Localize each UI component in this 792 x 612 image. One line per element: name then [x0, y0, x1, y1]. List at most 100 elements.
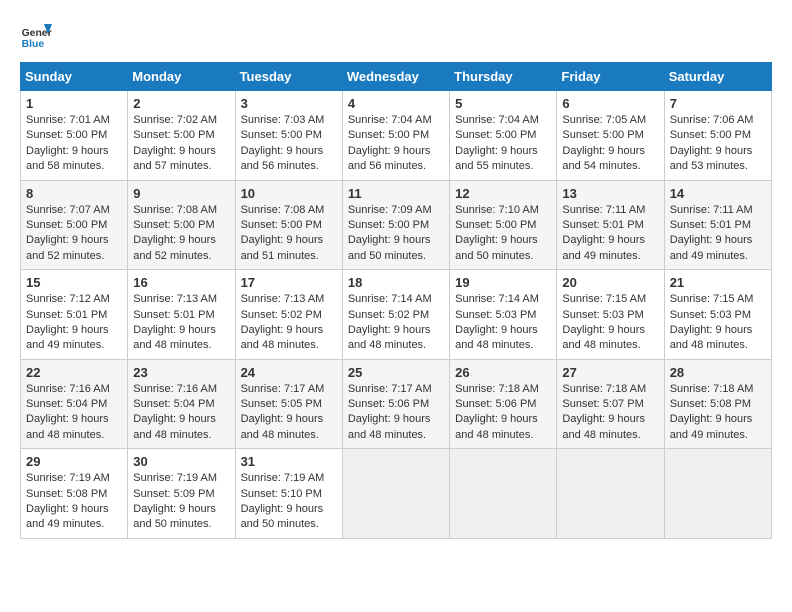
day-number: 11 [348, 186, 444, 201]
day-number: 31 [241, 454, 337, 469]
day-cell: 22 Sunrise: 7:16 AM Sunset: 5:04 PM Dayl… [21, 359, 128, 449]
day-number: 22 [26, 365, 122, 380]
week-row-2: 8 Sunrise: 7:07 AM Sunset: 5:00 PM Dayli… [21, 180, 772, 270]
day-info: Sunrise: 7:06 AM Sunset: 5:00 PM Dayligh… [670, 113, 766, 175]
day-number: 20 [562, 275, 658, 290]
day-info: Sunrise: 7:13 AM Sunset: 5:01 PM Dayligh… [133, 292, 229, 354]
day-cell: 30 Sunrise: 7:19 AM Sunset: 5:09 PM Dayl… [128, 449, 235, 539]
day-cell: 11 Sunrise: 7:09 AM Sunset: 5:00 PM Dayl… [342, 180, 449, 270]
day-info: Sunrise: 7:11 AM Sunset: 5:01 PM Dayligh… [562, 203, 658, 265]
day-info: Sunrise: 7:13 AM Sunset: 5:02 PM Dayligh… [241, 292, 337, 354]
day-cell: 15 Sunrise: 7:12 AM Sunset: 5:01 PM Dayl… [21, 270, 128, 360]
day-cell: 6 Sunrise: 7:05 AM Sunset: 5:00 PM Dayli… [557, 91, 664, 181]
day-cell: 8 Sunrise: 7:07 AM Sunset: 5:00 PM Dayli… [21, 180, 128, 270]
day-cell: 1 Sunrise: 7:01 AM Sunset: 5:00 PM Dayli… [21, 91, 128, 181]
day-info: Sunrise: 7:18 AM Sunset: 5:07 PM Dayligh… [562, 382, 658, 444]
header: General Blue [20, 20, 772, 52]
day-number: 4 [348, 96, 444, 111]
day-number: 7 [670, 96, 766, 111]
day-cell: 12 Sunrise: 7:10 AM Sunset: 5:00 PM Dayl… [450, 180, 557, 270]
day-cell: 31 Sunrise: 7:19 AM Sunset: 5:10 PM Dayl… [235, 449, 342, 539]
day-number: 3 [241, 96, 337, 111]
day-cell: 20 Sunrise: 7:15 AM Sunset: 5:03 PM Dayl… [557, 270, 664, 360]
week-row-5: 29 Sunrise: 7:19 AM Sunset: 5:08 PM Dayl… [21, 449, 772, 539]
col-header-thursday: Thursday [450, 63, 557, 91]
day-info: Sunrise: 7:02 AM Sunset: 5:00 PM Dayligh… [133, 113, 229, 175]
day-number: 13 [562, 186, 658, 201]
day-info: Sunrise: 7:18 AM Sunset: 5:08 PM Dayligh… [670, 382, 766, 444]
day-cell: 29 Sunrise: 7:19 AM Sunset: 5:08 PM Dayl… [21, 449, 128, 539]
day-number: 16 [133, 275, 229, 290]
day-number: 26 [455, 365, 551, 380]
week-row-1: 1 Sunrise: 7:01 AM Sunset: 5:00 PM Dayli… [21, 91, 772, 181]
day-number: 6 [562, 96, 658, 111]
col-header-saturday: Saturday [664, 63, 771, 91]
day-number: 8 [26, 186, 122, 201]
day-number: 15 [26, 275, 122, 290]
day-cell [664, 449, 771, 539]
day-info: Sunrise: 7:01 AM Sunset: 5:00 PM Dayligh… [26, 113, 122, 175]
day-number: 27 [562, 365, 658, 380]
day-number: 21 [670, 275, 766, 290]
day-cell: 28 Sunrise: 7:18 AM Sunset: 5:08 PM Dayl… [664, 359, 771, 449]
day-cell: 13 Sunrise: 7:11 AM Sunset: 5:01 PM Dayl… [557, 180, 664, 270]
day-info: Sunrise: 7:16 AM Sunset: 5:04 PM Dayligh… [133, 382, 229, 444]
day-cell: 9 Sunrise: 7:08 AM Sunset: 5:00 PM Dayli… [128, 180, 235, 270]
day-info: Sunrise: 7:16 AM Sunset: 5:04 PM Dayligh… [26, 382, 122, 444]
day-number: 5 [455, 96, 551, 111]
col-header-monday: Monday [128, 63, 235, 91]
day-number: 24 [241, 365, 337, 380]
day-number: 9 [133, 186, 229, 201]
day-cell: 27 Sunrise: 7:18 AM Sunset: 5:07 PM Dayl… [557, 359, 664, 449]
week-row-3: 15 Sunrise: 7:12 AM Sunset: 5:01 PM Dayl… [21, 270, 772, 360]
day-info: Sunrise: 7:19 AM Sunset: 5:08 PM Dayligh… [26, 471, 122, 533]
day-info: Sunrise: 7:17 AM Sunset: 5:06 PM Dayligh… [348, 382, 444, 444]
logo-icon: General Blue [20, 20, 52, 52]
day-cell [450, 449, 557, 539]
day-cell: 2 Sunrise: 7:02 AM Sunset: 5:00 PM Dayli… [128, 91, 235, 181]
day-number: 12 [455, 186, 551, 201]
day-info: Sunrise: 7:05 AM Sunset: 5:00 PM Dayligh… [562, 113, 658, 175]
day-info: Sunrise: 7:19 AM Sunset: 5:10 PM Dayligh… [241, 471, 337, 533]
day-number: 14 [670, 186, 766, 201]
day-cell: 25 Sunrise: 7:17 AM Sunset: 5:06 PM Dayl… [342, 359, 449, 449]
day-cell: 3 Sunrise: 7:03 AM Sunset: 5:00 PM Dayli… [235, 91, 342, 181]
day-info: Sunrise: 7:14 AM Sunset: 5:02 PM Dayligh… [348, 292, 444, 354]
col-header-wednesday: Wednesday [342, 63, 449, 91]
day-cell: 18 Sunrise: 7:14 AM Sunset: 5:02 PM Dayl… [342, 270, 449, 360]
day-info: Sunrise: 7:03 AM Sunset: 5:00 PM Dayligh… [241, 113, 337, 175]
day-number: 2 [133, 96, 229, 111]
day-cell: 10 Sunrise: 7:08 AM Sunset: 5:00 PM Dayl… [235, 180, 342, 270]
day-info: Sunrise: 7:19 AM Sunset: 5:09 PM Dayligh… [133, 471, 229, 533]
day-info: Sunrise: 7:08 AM Sunset: 5:00 PM Dayligh… [241, 203, 337, 265]
day-cell: 26 Sunrise: 7:18 AM Sunset: 5:06 PM Dayl… [450, 359, 557, 449]
day-number: 19 [455, 275, 551, 290]
day-number: 1 [26, 96, 122, 111]
day-cell: 4 Sunrise: 7:04 AM Sunset: 5:00 PM Dayli… [342, 91, 449, 181]
day-cell: 7 Sunrise: 7:06 AM Sunset: 5:00 PM Dayli… [664, 91, 771, 181]
day-number: 17 [241, 275, 337, 290]
day-number: 18 [348, 275, 444, 290]
day-info: Sunrise: 7:04 AM Sunset: 5:00 PM Dayligh… [455, 113, 551, 175]
day-cell: 23 Sunrise: 7:16 AM Sunset: 5:04 PM Dayl… [128, 359, 235, 449]
day-info: Sunrise: 7:18 AM Sunset: 5:06 PM Dayligh… [455, 382, 551, 444]
day-number: 25 [348, 365, 444, 380]
day-info: Sunrise: 7:07 AM Sunset: 5:00 PM Dayligh… [26, 203, 122, 265]
day-cell: 21 Sunrise: 7:15 AM Sunset: 5:03 PM Dayl… [664, 270, 771, 360]
day-info: Sunrise: 7:08 AM Sunset: 5:00 PM Dayligh… [133, 203, 229, 265]
day-info: Sunrise: 7:15 AM Sunset: 5:03 PM Dayligh… [670, 292, 766, 354]
day-info: Sunrise: 7:09 AM Sunset: 5:00 PM Dayligh… [348, 203, 444, 265]
day-info: Sunrise: 7:04 AM Sunset: 5:00 PM Dayligh… [348, 113, 444, 175]
day-number: 28 [670, 365, 766, 380]
day-cell: 24 Sunrise: 7:17 AM Sunset: 5:05 PM Dayl… [235, 359, 342, 449]
day-number: 10 [241, 186, 337, 201]
day-info: Sunrise: 7:17 AM Sunset: 5:05 PM Dayligh… [241, 382, 337, 444]
day-info: Sunrise: 7:11 AM Sunset: 5:01 PM Dayligh… [670, 203, 766, 265]
day-cell: 16 Sunrise: 7:13 AM Sunset: 5:01 PM Dayl… [128, 270, 235, 360]
day-info: Sunrise: 7:15 AM Sunset: 5:03 PM Dayligh… [562, 292, 658, 354]
day-number: 29 [26, 454, 122, 469]
calendar-table: SundayMondayTuesdayWednesdayThursdayFrid… [20, 62, 772, 539]
day-cell [557, 449, 664, 539]
week-row-4: 22 Sunrise: 7:16 AM Sunset: 5:04 PM Dayl… [21, 359, 772, 449]
day-cell [342, 449, 449, 539]
